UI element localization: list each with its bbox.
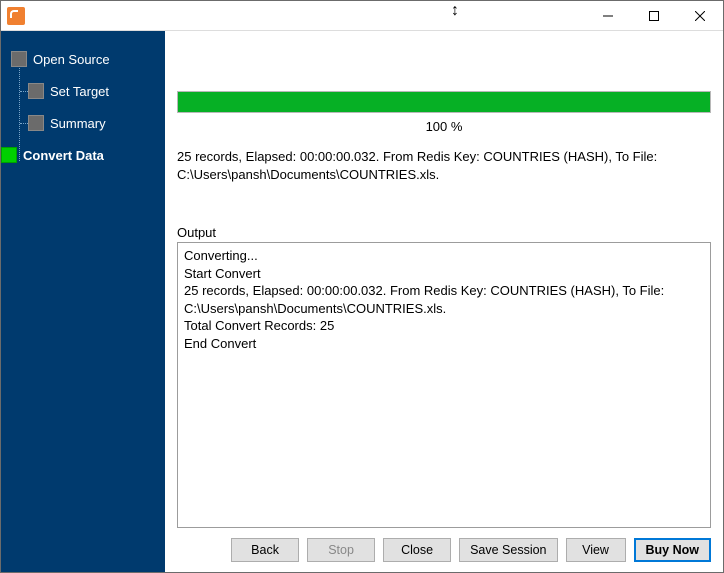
app-icon: [7, 7, 25, 25]
window-controls: [585, 1, 723, 30]
step-box-icon: [1, 147, 17, 163]
view-button[interactable]: View: [566, 538, 626, 562]
back-button[interactable]: Back: [231, 538, 299, 562]
sidebar-item-open-source[interactable]: Open Source: [11, 43, 165, 75]
sidebar-item-label: Set Target: [50, 84, 109, 99]
progress-bar: [177, 91, 711, 113]
output-label: Output: [177, 225, 711, 240]
sidebar-item-summary[interactable]: Summary: [11, 107, 165, 139]
step-box-icon: [28, 115, 44, 131]
sidebar-item-label: Summary: [50, 116, 106, 131]
sidebar-item-label: Open Source: [33, 52, 110, 67]
resize-cursor-icon: ↕: [451, 2, 459, 20]
status-text: 25 records, Elapsed: 00:00:00.032. From …: [177, 148, 711, 183]
output-textarea[interactable]: Converting...Start Convert25 records, El…: [177, 242, 711, 528]
close-window-button[interactable]: [677, 1, 723, 30]
close-button[interactable]: Close: [383, 538, 451, 562]
buy-now-button[interactable]: Buy Now: [634, 538, 711, 562]
sidebar: Open Source Set Target Summary Convert D…: [1, 31, 165, 572]
progress-percent: 100 %: [177, 119, 711, 134]
step-box-icon: [11, 51, 27, 67]
minimize-button[interactable]: [585, 1, 631, 30]
titlebar: ↕: [1, 1, 723, 31]
sidebar-item-set-target[interactable]: Set Target: [11, 75, 165, 107]
save-session-button[interactable]: Save Session: [459, 538, 557, 562]
sidebar-item-convert-data[interactable]: Convert Data: [1, 139, 165, 171]
stop-button[interactable]: Stop: [307, 538, 375, 562]
button-row: Back Stop Close Save Session View Buy No…: [177, 538, 711, 562]
content-panel: 100 % 25 records, Elapsed: 00:00:00.032.…: [165, 31, 723, 572]
step-box-icon: [28, 83, 44, 99]
maximize-button[interactable]: [631, 1, 677, 30]
tree-connector: [20, 123, 28, 124]
progress-fill: [178, 92, 710, 112]
tree-connector: [20, 91, 28, 92]
sidebar-item-label: Convert Data: [23, 148, 104, 163]
